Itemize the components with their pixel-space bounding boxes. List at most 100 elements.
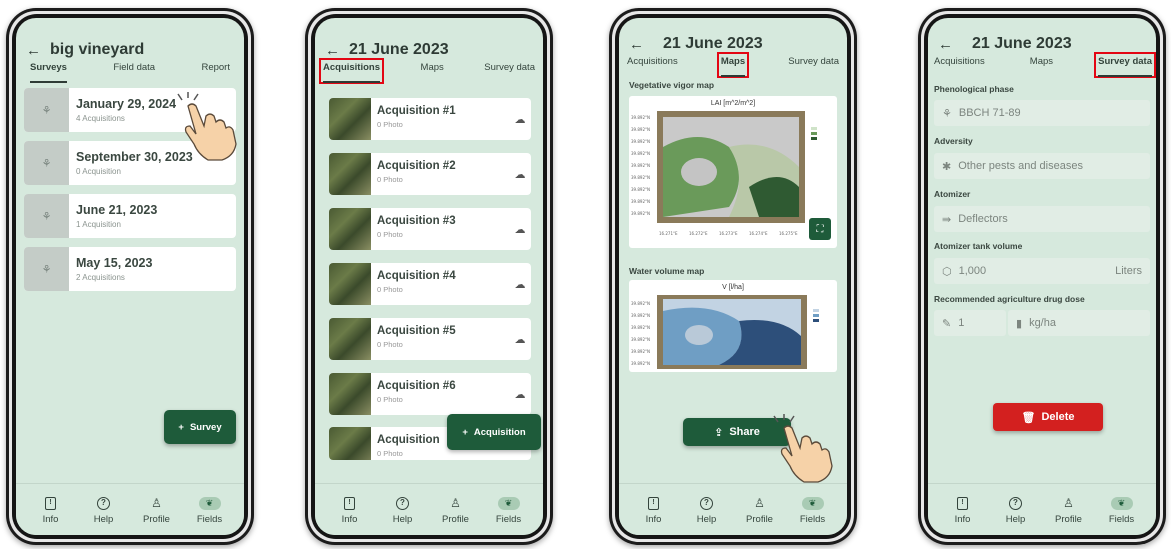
adversity-value: Other pests and diseases (958, 160, 1083, 172)
tab-acquisitions[interactable]: Acquisitions (934, 56, 985, 74)
nav-help-label: Help (93, 514, 114, 525)
nav-fields[interactable]: ❦ Fields (1102, 494, 1142, 525)
survey-count: 0 Acquisition (76, 167, 121, 176)
help-icon: ? (97, 496, 110, 510)
page-title: 21 June 2023 (349, 41, 449, 58)
page-title: 21 June 2023 (972, 35, 1072, 52)
nav-info[interactable]: ! Info (31, 494, 71, 525)
nav-fields-label: Fields (1108, 514, 1135, 525)
drug-dose-field[interactable]: ✎ 1 (934, 310, 1006, 336)
delete-button[interactable]: 🗑 Delete (993, 403, 1103, 431)
nav-profile[interactable]: ♙ Profile (436, 494, 476, 525)
tab-acquisitions[interactable]: Acquisitions (627, 56, 678, 74)
tab-maps[interactable]: Maps (716, 52, 750, 78)
phenological-phase-label: Phenological phase (934, 84, 1014, 94)
tab-survey-data[interactable]: Survey data (1094, 52, 1156, 78)
back-arrow-icon[interactable]: ← (26, 42, 50, 59)
back-arrow-icon[interactable]: ← (938, 36, 962, 53)
tab-report[interactable]: Report (201, 62, 230, 80)
svg-text:39.892°N: 39.892°N (631, 115, 650, 120)
nav-help[interactable]: ? Help (687, 494, 727, 525)
cloud-upload-icon[interactable]: ☁ (509, 263, 531, 305)
tab-maps[interactable]: Maps (421, 62, 444, 80)
acquisition-photos: 0 Photo (377, 449, 403, 458)
drug-dose-unit: kg/ha (1029, 317, 1056, 329)
phone-survey-data: ← 21 June 2023 Acquisitions Maps Survey … (918, 8, 1166, 545)
cloud-upload-icon[interactable]: ☁ (509, 373, 531, 415)
tab-bar: Surveys Field data Report (16, 62, 244, 83)
tab-survey-data[interactable]: Survey data (484, 62, 535, 80)
adversity-field[interactable]: ✱ Other pests and diseases (934, 153, 1150, 179)
nav-help[interactable]: ? Help (84, 494, 124, 525)
drug-dose-unit-field[interactable]: ▮ kg/ha (1008, 310, 1150, 336)
nav-profile[interactable]: ♙ Profile (137, 494, 177, 525)
tab-bar: Acquisitions Maps Survey data (928, 52, 1156, 78)
nav-help[interactable]: ? Help (383, 494, 423, 525)
profile-icon: ♙ (754, 496, 765, 510)
nav-help-label: Help (392, 514, 413, 525)
nav-info[interactable]: ! Info (943, 494, 983, 525)
tab-field-data[interactable]: Field data (113, 62, 155, 80)
survey-card[interactable]: ⚘ May 15, 2023 2 Acquisitions (24, 247, 236, 291)
survey-count: 4 Acquisitions (76, 114, 125, 123)
nav-help-label: Help (696, 514, 717, 525)
screen-survey-data: ← 21 June 2023 Acquisitions Maps Survey … (928, 18, 1156, 535)
svg-text:39.892°N: 39.892°N (631, 127, 650, 132)
acquisition-card[interactable]: Acquisition #5 0 Photo ☁ (329, 318, 531, 360)
nav-fields-label: Fields (196, 514, 223, 525)
vigor-map[interactable]: LAI [m^2/m^2] 39.892°N 39.892°N 39.892°N 39… (629, 96, 837, 248)
survey-card[interactable]: ⚘ June 21, 2023 1 Acquisition (24, 194, 236, 238)
cloud-upload-icon[interactable]: ☁ (509, 318, 531, 360)
svg-text:39.892°N: 39.892°N (631, 361, 650, 366)
back-arrow-icon[interactable]: ← (325, 42, 349, 59)
page-title: big vineyard (50, 41, 145, 58)
nav-fields[interactable]: ❦ Fields (190, 494, 230, 525)
cloud-upload-icon[interactable]: ☁ (509, 98, 531, 140)
pencil-icon: ✎ (942, 317, 952, 330)
tank-volume-value: 1,000 (958, 264, 987, 277)
share-icon: ⇪ (714, 426, 724, 439)
nav-profile-label: Profile (442, 514, 469, 525)
water-map[interactable]: V [l/ha] 39.892°N 39.892°N 39.892°N 39.892°… (629, 280, 837, 372)
nav-info-label: Info (341, 514, 358, 525)
cloud-upload-icon[interactable]: ☁ (509, 153, 531, 195)
add-survey-button[interactable]: + Survey (164, 410, 236, 444)
deflector-icon: ⇛ (942, 213, 952, 226)
tab-acquisitions[interactable]: Acquisitions (318, 58, 385, 84)
tab-survey-data[interactable]: Survey data (788, 56, 839, 74)
add-acquisition-button[interactable]: + Acquisition (447, 414, 541, 450)
nav-fields[interactable]: ❦ Fields (793, 494, 833, 525)
acquisition-card[interactable]: Acquisition #3 0 Photo ☁ (329, 208, 531, 250)
acquisition-card[interactable]: Acquisition #2 0 Photo ☁ (329, 153, 531, 195)
help-icon: ? (1009, 496, 1022, 510)
tank-volume-unit: Liters (1115, 265, 1142, 277)
survey-count: 2 Acquisitions (76, 273, 125, 282)
acquisition-card[interactable]: Acquisition #6 0 Photo ☁ (329, 373, 531, 415)
nav-fields[interactable]: ❦ Fields (489, 494, 529, 525)
svg-text:39.892°N: 39.892°N (631, 187, 650, 192)
tap-hand-icon (177, 92, 237, 161)
bottle-icon: ▮ (1016, 317, 1023, 330)
help-icon: ? (396, 496, 409, 510)
acquisition-card[interactable]: Acquisition #1 0 Photo ☁ (329, 98, 531, 140)
fields-icon: ❦ (1110, 496, 1133, 510)
svg-text:39.892°N: 39.892°N (631, 163, 650, 168)
nav-profile[interactable]: ♙ Profile (1049, 494, 1089, 525)
atomizer-field[interactable]: ⇛ Deflectors (934, 206, 1150, 232)
phenological-phase-field[interactable]: ⚘ BBCH 71-89 (934, 100, 1150, 126)
fullscreen-icon[interactable]: ⛶ (809, 218, 831, 240)
nav-profile[interactable]: ♙ Profile (740, 494, 780, 525)
tank-volume-field[interactable]: ⬡ 1,000 Liters (934, 258, 1150, 284)
acquisition-card[interactable]: Acquisition #4 0 Photo ☁ (329, 263, 531, 305)
help-icon: ? (700, 496, 713, 510)
fields-icon: ❦ (497, 496, 520, 510)
vigor-map-image: 39.892°N 39.892°N 39.892°N 39.892°N 39.892°N… (629, 107, 837, 245)
back-arrow-icon[interactable]: ← (629, 36, 653, 53)
nav-info[interactable]: ! Info (634, 494, 674, 525)
tab-surveys[interactable]: Surveys (30, 62, 67, 83)
tab-maps[interactable]: Maps (1030, 56, 1053, 74)
vigor-map-title: LAI [m^2/m^2] (710, 100, 756, 107)
nav-info[interactable]: ! Info (330, 494, 370, 525)
cloud-upload-icon[interactable]: ☁ (509, 208, 531, 250)
nav-help[interactable]: ? Help (996, 494, 1036, 525)
